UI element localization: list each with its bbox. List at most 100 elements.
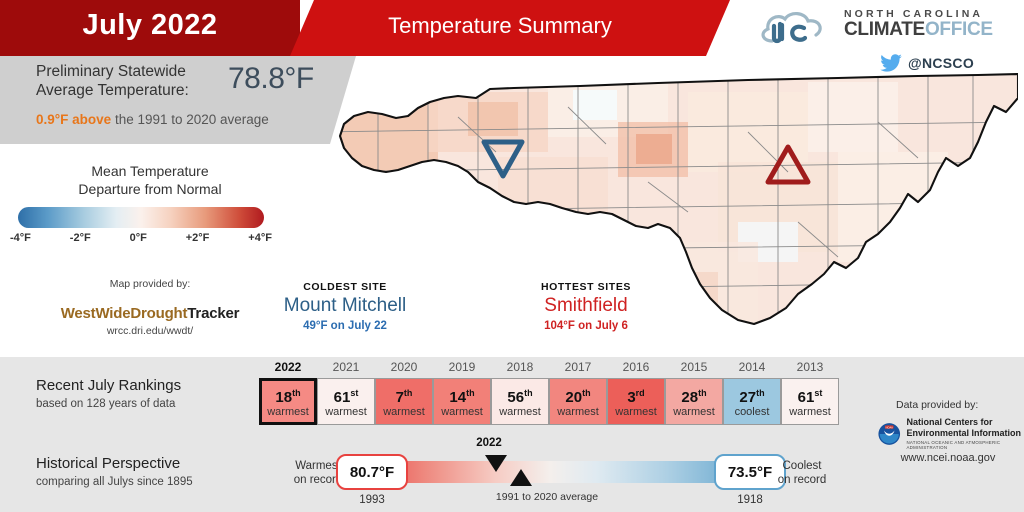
up-triangle-icon xyxy=(510,469,532,486)
ranking-word: warmest xyxy=(615,405,657,418)
legend-title-line2: Departure from Normal xyxy=(78,181,222,197)
legend-title-line1: Mean Temperature xyxy=(91,163,209,179)
departure-text: 0.9°F above the 1991 to 2020 average xyxy=(36,112,269,127)
warmest-on-record-value: 80.7°F xyxy=(336,454,408,490)
warmest-label-line2: on record xyxy=(293,474,343,486)
ranking-year-label: 2013 xyxy=(796,360,824,374)
coldest-site-name: Mount Mitchell xyxy=(283,295,407,316)
ranking-word: warmest xyxy=(441,405,483,418)
ranking-year-label: 2021 xyxy=(332,360,360,374)
hottest-site-name: Smithfield xyxy=(544,295,628,316)
hottest-site-kicker: HOTTEST SITES xyxy=(540,281,632,293)
coldest-site-detail: 49°F on July 22 xyxy=(303,320,387,332)
noaa-seal-icon: NOAA xyxy=(878,422,901,445)
ranking-word: warmest xyxy=(499,405,541,418)
ranking-number: 18th xyxy=(275,387,301,406)
ranking-number: 61st xyxy=(333,387,359,406)
historical-subtitle: comparing all Julys since 1895 xyxy=(36,476,193,488)
ranking-word: warmest xyxy=(673,405,715,418)
legend-tick-labels: -4°F -2°F 0°F +2°F +4°F xyxy=(10,232,272,244)
ranking-box: 14th warmest xyxy=(433,378,491,425)
noaa-attribution: NOAA National Centers for Environmental … xyxy=(878,417,1024,450)
rankings-title: Recent July Rankings xyxy=(36,377,182,394)
noaa-line2: Environmental Information xyxy=(906,427,1022,438)
noaa-line3: NATIONAL OCEANIC AND ATMOSPHERIC ADMINIS… xyxy=(906,440,1001,450)
legend-tick: -2°F xyxy=(69,232,91,244)
ranking-year-label: 2019 xyxy=(448,360,476,374)
ranking-year-label: 2018 xyxy=(506,360,534,374)
warmest-label-line1: Warmest xyxy=(295,460,341,472)
ranking-box: 27th coolest xyxy=(723,378,781,425)
coldest-site-callout: COLDEST SITE Mount Mitchell 49°F on July… xyxy=(235,281,455,332)
historical-title: Historical Perspective xyxy=(36,455,181,472)
legend-tick: +2°F xyxy=(185,232,210,244)
nc-climate-office-logo: NORTH CAROLINA CLIMATEOFFICE xyxy=(758,8,1016,50)
ranking-box: 7th warmest xyxy=(375,378,433,425)
ranking-number: 28th xyxy=(681,387,707,406)
ranking-word: warmest xyxy=(383,405,425,418)
legend-colorbar xyxy=(18,207,264,228)
ranking-year-label: 2015 xyxy=(680,360,708,374)
ranking-box: 18th warmest xyxy=(259,378,317,425)
ranking-word: warmest xyxy=(325,405,367,418)
logo-office: OFFICE xyxy=(924,19,993,40)
coldest-site-kicker: COLDEST SITE xyxy=(303,281,387,293)
ranking-box: 61st warmest xyxy=(781,378,839,425)
statewide-average-label: Preliminary Statewide Average Temperatur… xyxy=(36,63,189,99)
nc-cloud-logo-icon xyxy=(761,12,822,44)
current-year-marker-label: 2022 xyxy=(476,437,502,449)
ranking-word: warmest xyxy=(267,405,309,418)
ranking-year-label: 2017 xyxy=(564,360,592,374)
departure-highlight: 0.9°F above xyxy=(36,112,112,127)
hottest-site-detail: 104°F on July 6 xyxy=(544,320,628,332)
ranking-number: 61st xyxy=(797,387,823,406)
hottest-site-callout: HOTTEST SITES Smithfield 104°F on July 6 xyxy=(476,281,696,332)
ranking-year-label: 2014 xyxy=(738,360,766,374)
ranking-word: warmest xyxy=(557,405,599,418)
ranking-number: 3rd xyxy=(627,387,645,406)
logo-climate-office: CLIMATEOFFICE xyxy=(844,20,993,40)
legend-title: Mean Temperature Departure from Normal xyxy=(20,162,280,198)
ranking-number: 56th xyxy=(507,387,533,406)
provider-part2: Tracker xyxy=(187,305,240,322)
departure-rest: the 1991 to 2020 average xyxy=(111,112,269,127)
ranking-year-label: 2022 xyxy=(274,360,302,374)
ranking-box: 28th warmest xyxy=(665,378,723,425)
coolest-on-record-year: 1918 xyxy=(737,494,763,506)
ranking-number: 27th xyxy=(739,387,765,406)
noaa-agency-text: National Centers for Environmental Infor… xyxy=(907,417,1024,450)
ranking-box: 20th warmest xyxy=(549,378,607,425)
down-triangle-icon xyxy=(485,455,507,472)
ranking-box: 56th warmest xyxy=(491,378,549,425)
data-provided-label: Data provided by: xyxy=(896,399,979,411)
ranking-number: 14th xyxy=(449,387,475,406)
ranking-box: 61st warmest xyxy=(317,378,375,425)
ranking-year-label: 2016 xyxy=(622,360,650,374)
rankings-box-row: 18th warmest 61st warmest 7th warmest 14th warm… xyxy=(259,378,839,425)
legend-tick: +4°F xyxy=(248,232,272,244)
logo-climate: CLIMATE xyxy=(844,19,925,40)
banner-title: Temperature Summary xyxy=(388,13,612,38)
legend-tick: 0°F xyxy=(129,232,147,244)
svg-text:NOAA: NOAA xyxy=(886,425,894,429)
ranking-number: 7th xyxy=(395,387,413,406)
historical-gradient-bar xyxy=(356,461,744,483)
infographic-root: July 2022 Temperature Summary Preliminar… xyxy=(0,0,1024,512)
noaa-url[interactable]: www.ncei.noaa.gov xyxy=(878,452,1018,464)
page-title: July 2022 xyxy=(82,9,218,41)
coolest-label-line1: Coolest xyxy=(782,460,822,472)
ranking-number: 20th xyxy=(565,387,591,406)
ranking-word: warmest xyxy=(789,405,831,418)
provider-part1: WestWideDrought xyxy=(60,305,188,322)
ranking-year-label: 2020 xyxy=(390,360,418,374)
rankings-subtitle: based on 128 years of data xyxy=(36,398,176,410)
noaa-line1: National Centers for xyxy=(906,417,993,427)
ranking-box: 3rd warmest xyxy=(607,378,665,425)
coolest-on-record-label: Coolest on record xyxy=(756,459,848,487)
logo-wordmark: NORTH CAROLINA CLIMATEOFFICE xyxy=(844,8,993,40)
average-marker-label: 1991 to 2020 average xyxy=(495,491,599,503)
legend-tick: -4°F xyxy=(10,232,31,244)
warmest-on-record-year: 1993 xyxy=(359,494,385,506)
ranking-word: coolest xyxy=(734,405,770,418)
coolest-label-line2: on record xyxy=(777,474,827,486)
